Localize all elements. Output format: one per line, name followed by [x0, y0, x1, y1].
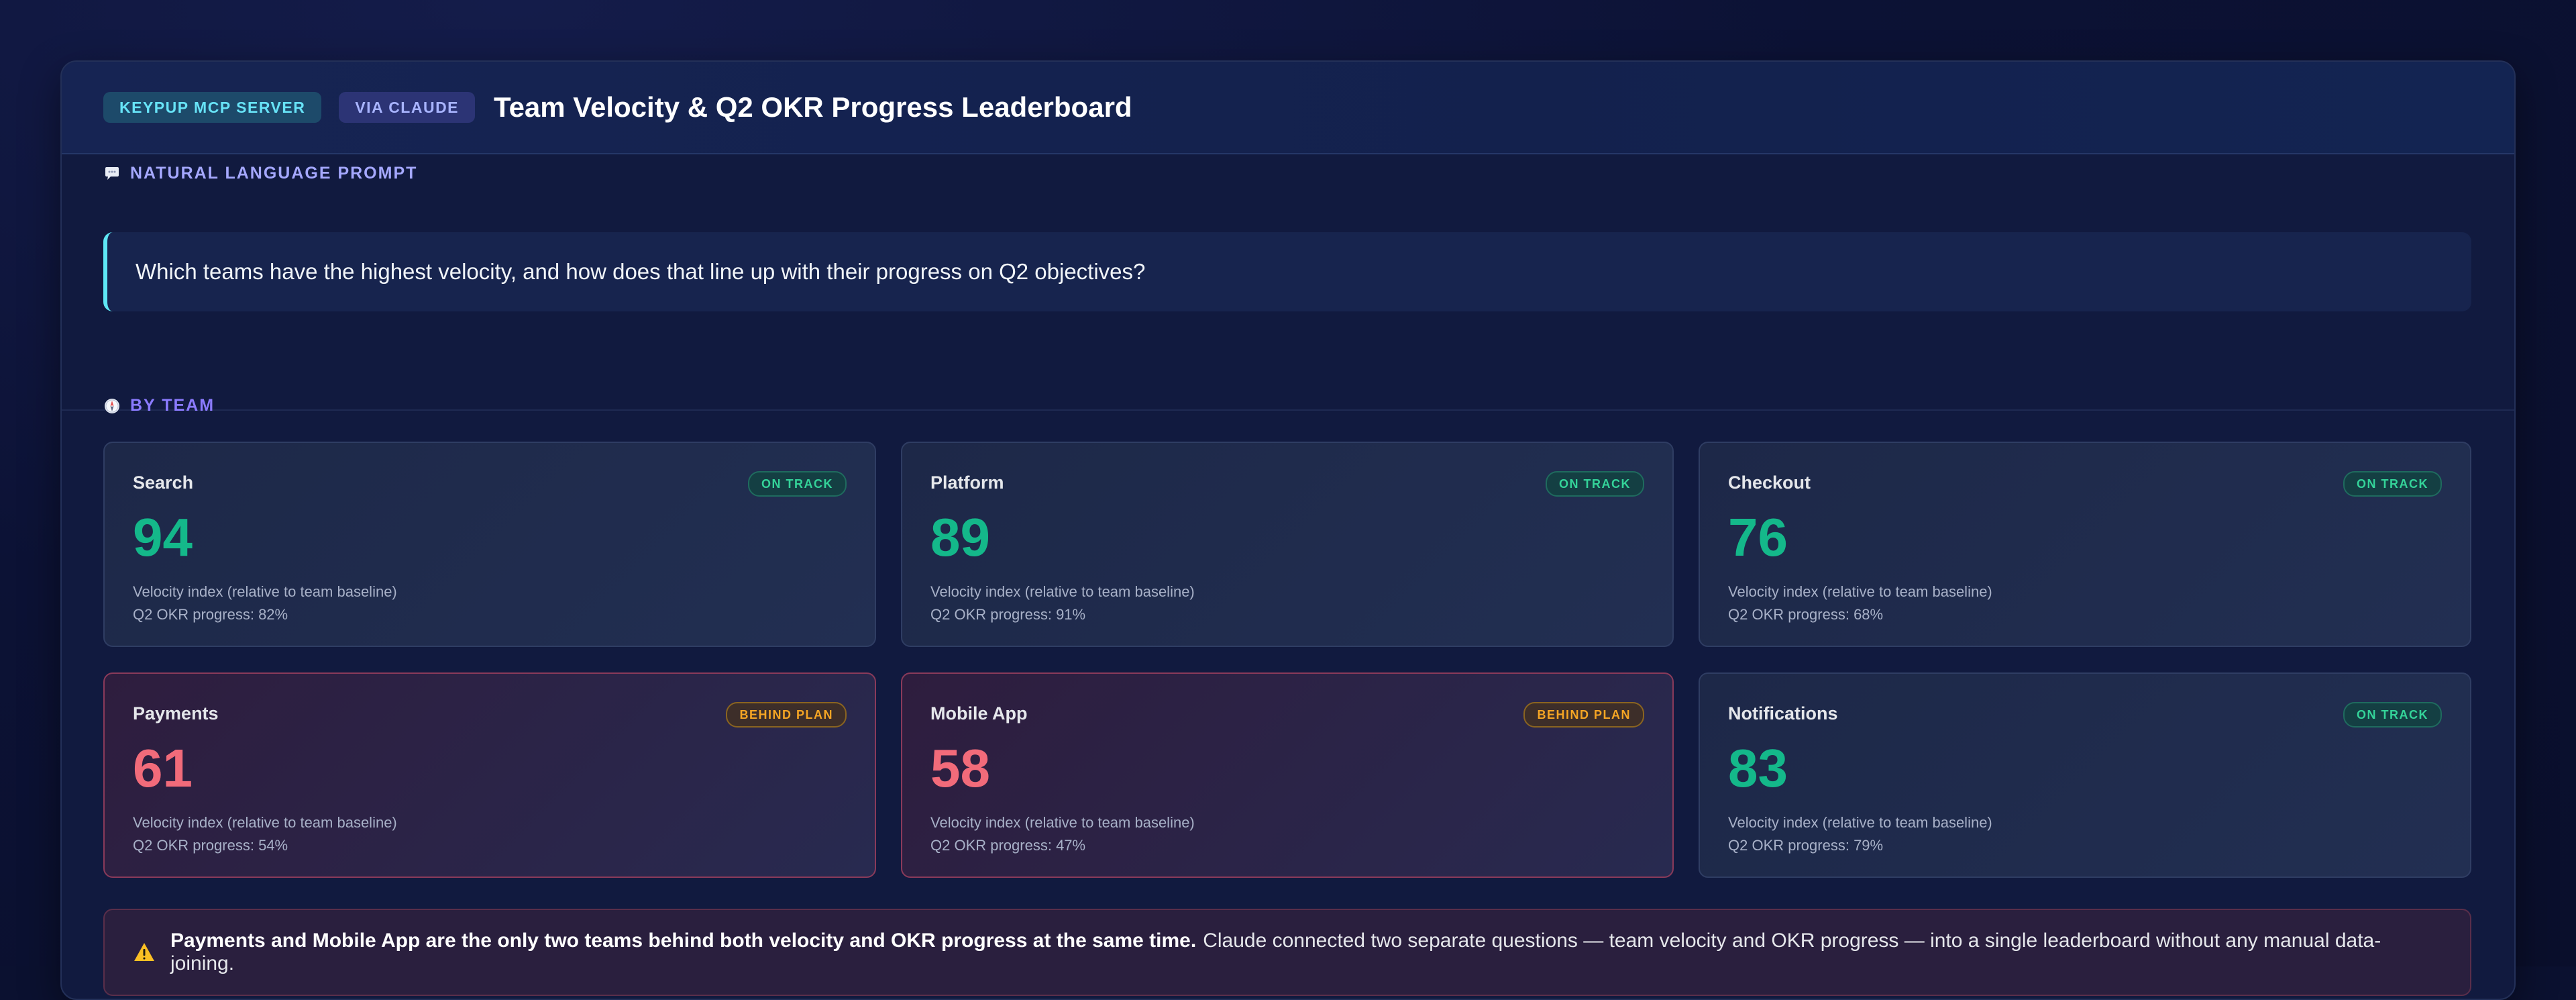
leaderboard-panel: KEYPUP MCP SERVER VIA CLAUDE Team Veloci… — [60, 60, 2516, 1000]
velocity-caption: Velocity index (relative to team baselin… — [133, 814, 397, 831]
status-badge: ON TRACK — [2343, 471, 2442, 497]
okr-progress: Q2 OKR progress: 47% — [930, 837, 1086, 854]
by-team-label-text: BY TEAM — [130, 396, 215, 415]
team-card-payments[interactable]: Payments BEHIND PLAN 61 Velocity index (… — [103, 672, 876, 878]
status-badge: ON TRACK — [2343, 702, 2442, 728]
okr-progress: Q2 OKR progress: 54% — [133, 837, 288, 854]
team-card-checkout[interactable]: Checkout ON TRACK 76 Velocity index (rel… — [1699, 442, 2471, 647]
status-badge: BEHIND PLAN — [1523, 702, 1644, 728]
okr-progress: Q2 OKR progress: 91% — [930, 606, 1086, 623]
prompt-text: Which teams have the highest velocity, a… — [136, 259, 1146, 284]
velocity-value: 76 — [1728, 507, 1788, 567]
velocity-value: 58 — [930, 738, 990, 798]
velocity-value: 94 — [133, 507, 193, 567]
page-title: Team Velocity & Q2 OKR Progress Leaderbo… — [494, 91, 1132, 123]
status-badge: ON TRACK — [748, 471, 847, 497]
okr-progress: Q2 OKR progress: 82% — [133, 606, 288, 623]
team-card-mobile-app[interactable]: Mobile App BEHIND PLAN 58 Velocity index… — [901, 672, 1674, 878]
velocity-value: 61 — [133, 738, 193, 798]
panel-header: KEYPUP MCP SERVER VIA CLAUDE Team Veloci… — [62, 62, 2514, 154]
velocity-value: 83 — [1728, 738, 1788, 798]
claude-pill: VIA CLAUDE — [339, 92, 476, 123]
velocity-caption: Velocity index (relative to team baselin… — [1728, 814, 1992, 831]
team-card-platform[interactable]: Platform ON TRACK 89 Velocity index (rel… — [901, 442, 1674, 647]
prompt-label-text: NATURAL LANGUAGE PROMPT — [130, 164, 418, 183]
velocity-caption: Velocity index (relative to team baselin… — [930, 583, 1195, 600]
warning-icon — [133, 941, 156, 964]
status-badge: ON TRACK — [1546, 471, 1644, 497]
okr-progress: Q2 OKR progress: 79% — [1728, 837, 1884, 854]
server-pill: KEYPUP MCP SERVER — [103, 92, 322, 123]
velocity-value: 89 — [930, 507, 990, 567]
alert-bold-text: Payments and Mobile App are the only two… — [170, 930, 1197, 952]
team-name: Search — [133, 472, 194, 493]
status-badge: BEHIND PLAN — [726, 702, 847, 728]
compass-icon — [103, 397, 121, 415]
team-name: Notifications — [1728, 703, 1838, 723]
prompt-label: NATURAL LANGUAGE PROMPT — [103, 164, 417, 183]
insight-alert: Payments and Mobile App are the only two… — [103, 909, 2471, 996]
velocity-caption: Velocity index (relative to team baselin… — [133, 583, 397, 600]
velocity-caption: Velocity index (relative to team baselin… — [930, 814, 1195, 831]
alert-message: Payments and Mobile App are the only two… — [170, 930, 2442, 975]
team-card-search[interactable]: Search ON TRACK 94 Velocity index (relat… — [103, 442, 876, 647]
team-name: Checkout — [1728, 472, 1811, 493]
speech-bubble-icon — [103, 165, 121, 183]
by-team-label: BY TEAM — [103, 396, 215, 415]
prompt-box: Which teams have the highest velocity, a… — [103, 232, 2471, 311]
team-name: Platform — [930, 472, 1004, 493]
team-card-notifications[interactable]: Notifications ON TRACK 83 Velocity index… — [1699, 672, 2471, 878]
velocity-caption: Velocity index (relative to team baselin… — [1728, 583, 1992, 600]
okr-progress: Q2 OKR progress: 68% — [1728, 606, 1884, 623]
